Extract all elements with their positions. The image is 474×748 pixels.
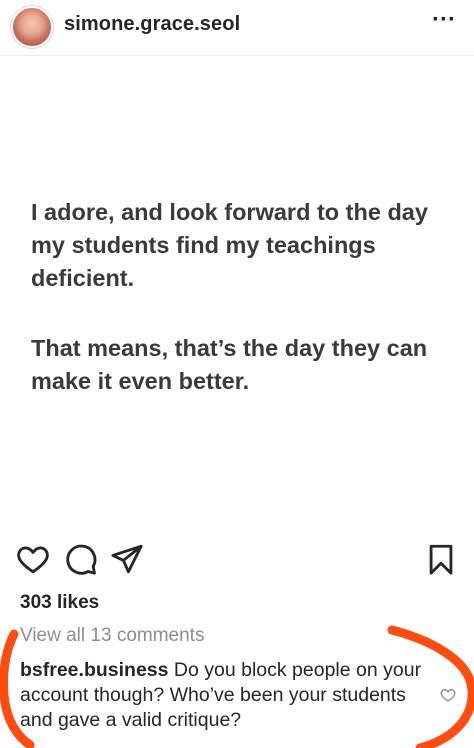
comment: bsfree.business Do you block people on y… xyxy=(20,658,430,733)
view-all-comments-link[interactable]: View all 13 comments xyxy=(20,625,204,647)
like-count[interactable]: 303 likes xyxy=(20,592,99,614)
bookmark-icon[interactable] xyxy=(424,542,458,576)
comment-icon[interactable] xyxy=(64,542,98,576)
post-username[interactable]: simone.grace.seol xyxy=(64,13,240,36)
post-text-paragraph-1: I adore, and look forward to the day my … xyxy=(31,199,428,291)
comment-username[interactable]: bsfree.business xyxy=(20,659,168,681)
action-bar xyxy=(0,540,474,580)
post-image: I adore, and look forward to the day my … xyxy=(0,56,474,532)
post-header: simone.grace.seol ··· xyxy=(0,0,474,56)
comment-heart-icon[interactable] xyxy=(440,687,456,703)
send-icon[interactable] xyxy=(110,542,144,576)
heart-icon[interactable] xyxy=(16,542,50,576)
more-options-icon[interactable]: ··· xyxy=(432,8,456,32)
avatar[interactable] xyxy=(11,6,53,48)
post-text-paragraph-2: That means, that’s the day they can make… xyxy=(31,335,428,394)
